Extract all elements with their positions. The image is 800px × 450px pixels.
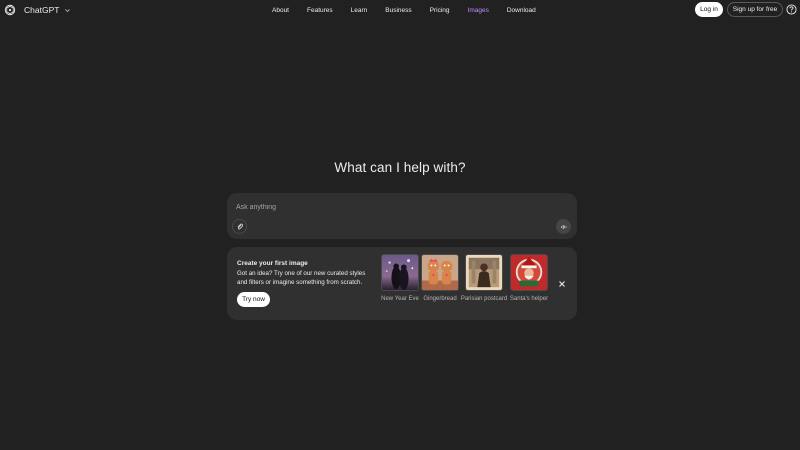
prompt-input[interactable] [236, 201, 536, 213]
help-circle-icon[interactable] [786, 4, 797, 15]
top-navbar: ChatGPT About Features Learn Business Pr… [0, 0, 800, 20]
style-label: Santa's helper [509, 296, 549, 302]
chevron-down-icon [65, 8, 71, 12]
openai-logo-icon [4, 4, 16, 16]
promo-description: Got an idea? Try one of our new curated … [237, 270, 366, 286]
attach-button[interactable] [232, 219, 247, 234]
voice-button[interactable] [556, 219, 571, 234]
promo-title: Create your first image [237, 260, 308, 267]
main-nav: About Features Learn Business Pricing Im… [272, 5, 554, 15]
style-thumbnail [421, 254, 459, 291]
nav-images[interactable]: Images [468, 7, 489, 14]
prompt-composer [227, 193, 577, 239]
try-now-button[interactable]: Try now [237, 292, 270, 307]
style-thumbnail [465, 254, 503, 291]
brand-name: ChatGPT [24, 5, 60, 15]
nav-features[interactable]: Features [307, 7, 333, 14]
nav-download[interactable]: Download [507, 7, 536, 14]
close-icon[interactable] [557, 279, 567, 289]
login-button[interactable]: Log in [695, 2, 723, 17]
page-headline: What can I help with? [334, 160, 466, 175]
nav-business[interactable]: Business [385, 7, 411, 14]
signup-button[interactable]: Sign up for free [727, 2, 783, 17]
style-card-parisian-postcard[interactable]: Parisian postcard [461, 254, 507, 304]
nav-learn[interactable]: Learn [351, 7, 368, 14]
style-card-santas-helper[interactable]: Santa's helper [509, 254, 549, 304]
style-thumbnail [510, 254, 548, 291]
brand-menu[interactable]: ChatGPT [4, 3, 71, 17]
style-thumbnail [381, 254, 419, 291]
nav-about[interactable]: About [272, 7, 289, 14]
voice-waveform-icon [560, 224, 567, 229]
paperclip-icon [237, 223, 243, 229]
nav-pricing[interactable]: Pricing [430, 7, 450, 14]
